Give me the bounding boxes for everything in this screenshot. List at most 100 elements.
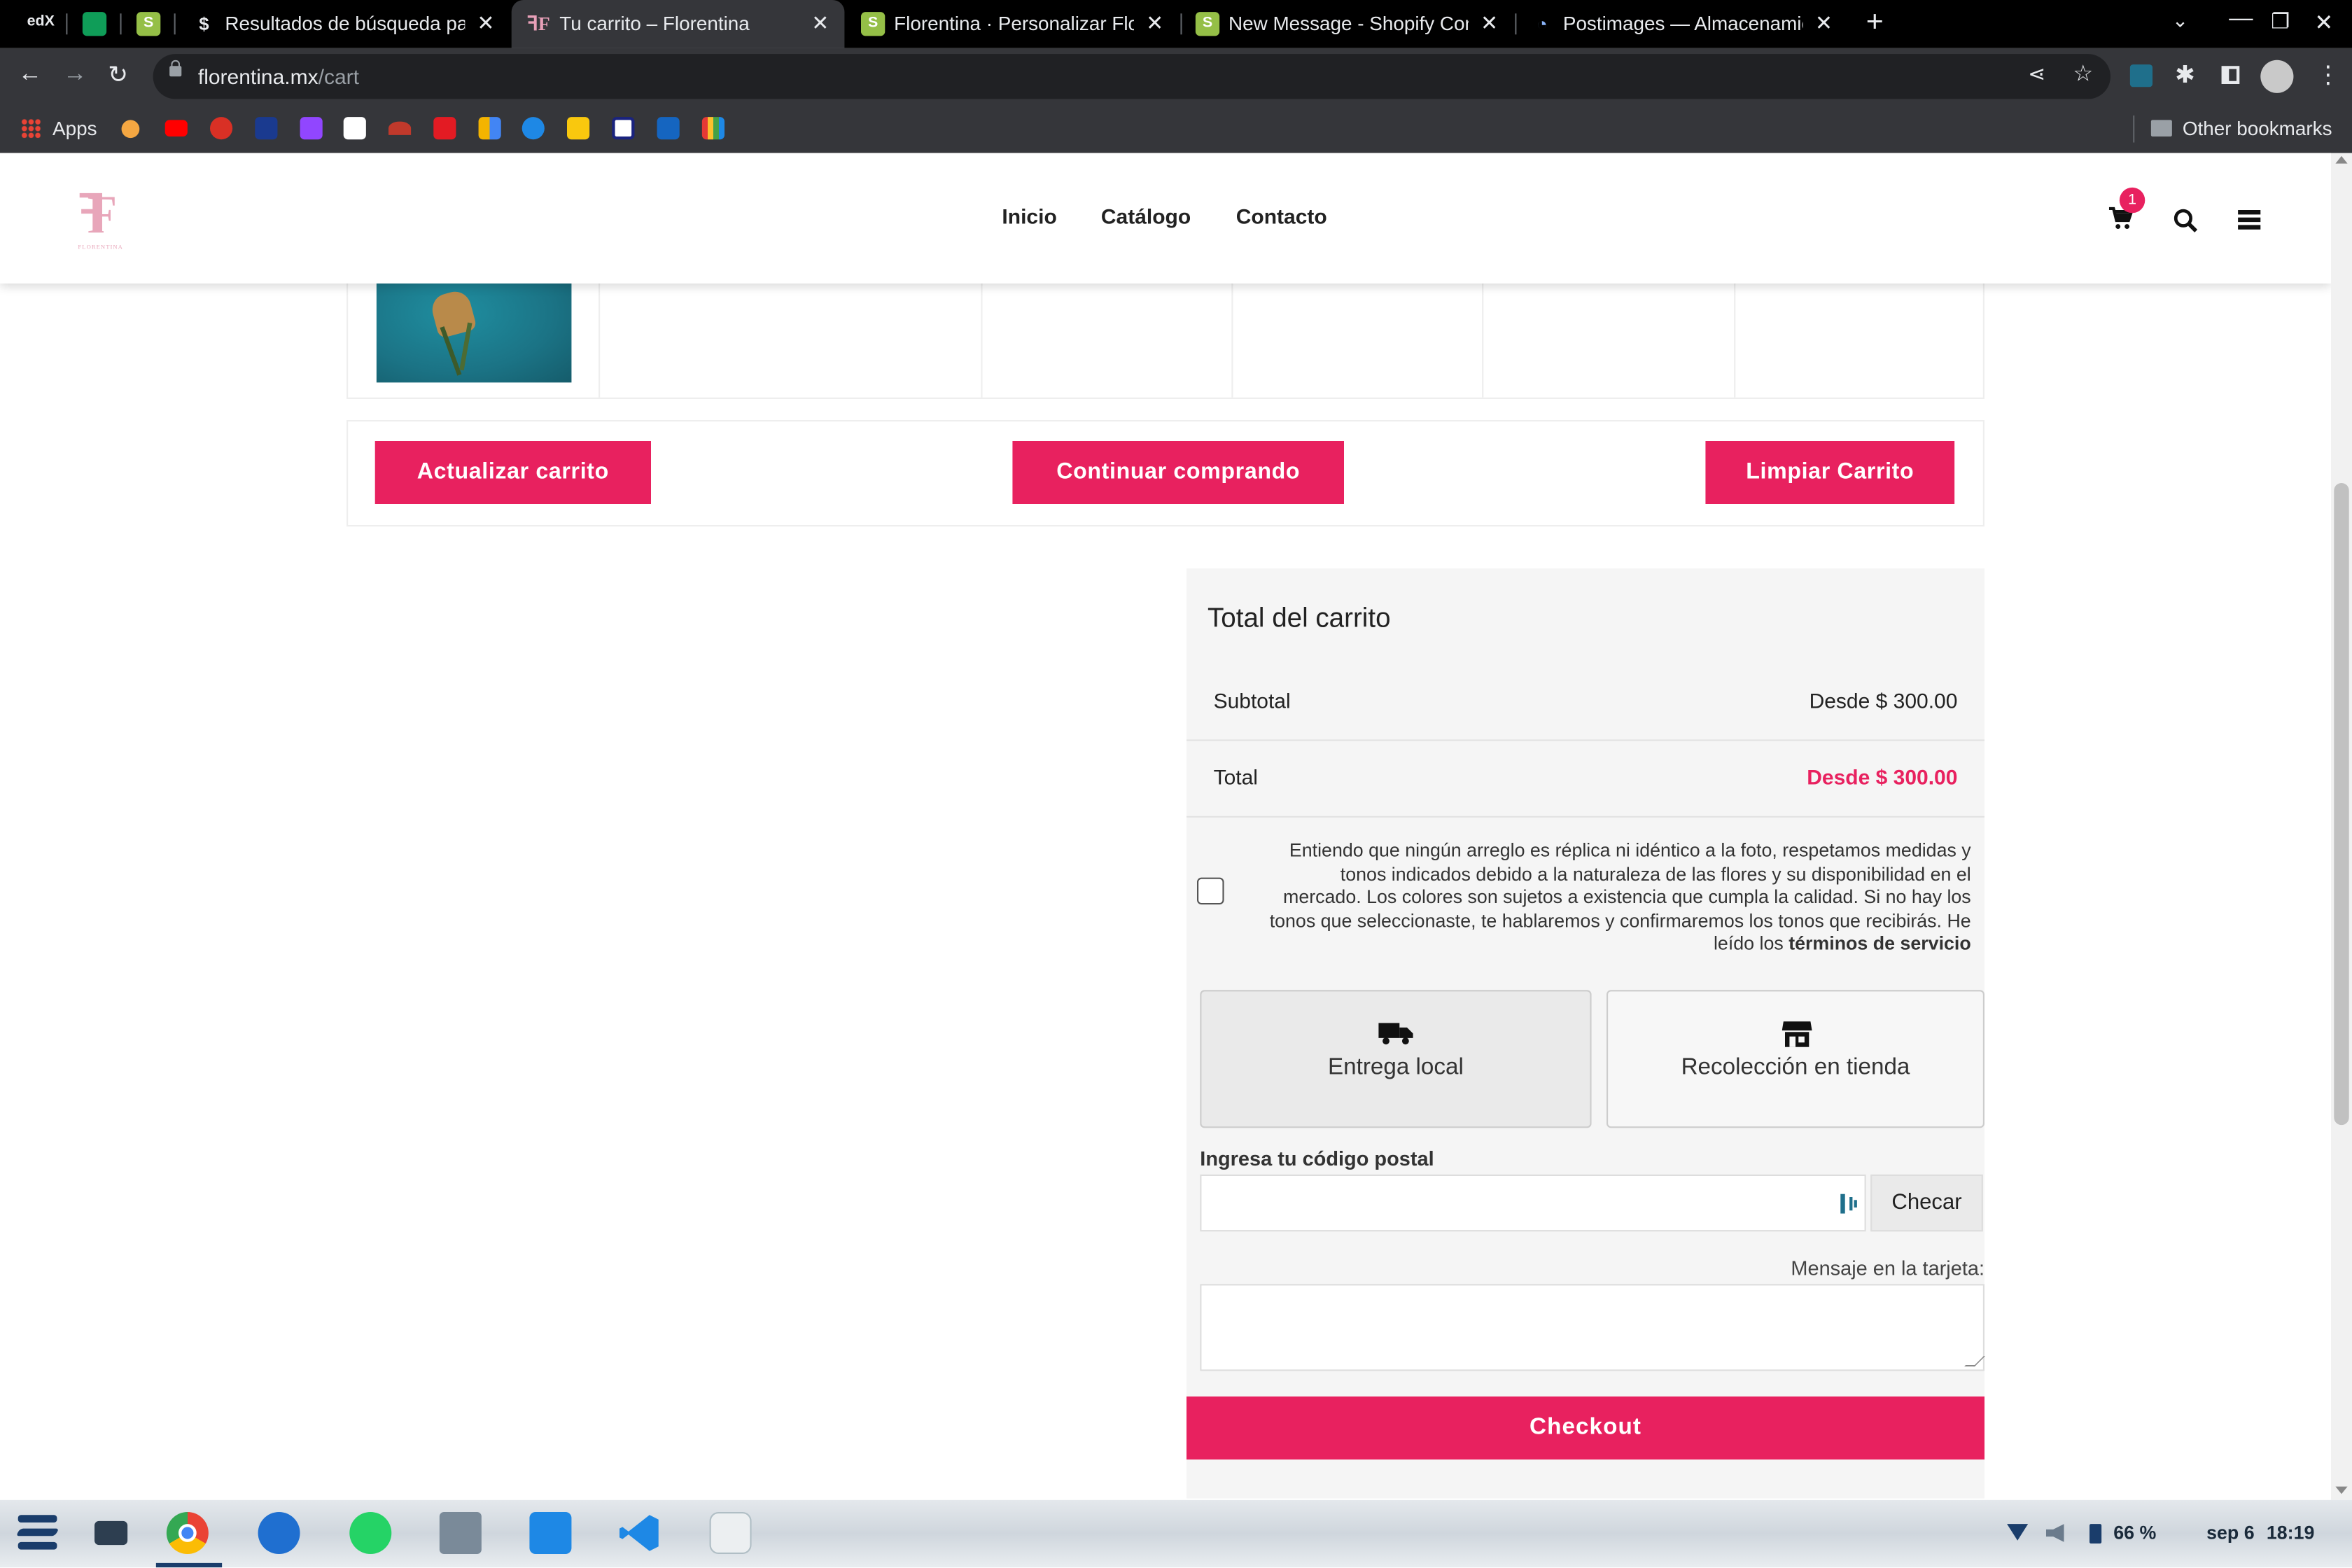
continue-shopping-button[interactable]: Continuar comprando: [1012, 441, 1344, 504]
bookmark-13-icon[interactable]: [657, 117, 680, 140]
subtotal-row: Subtotal Desde $ 300.00: [1186, 673, 1984, 741]
tab-customize[interactable]: S Florentina · Personalizar Flos ✕: [846, 0, 1180, 48]
files-icon[interactable]: [439, 1512, 482, 1554]
total-value: Desde $ 300.00: [1807, 764, 1958, 790]
terms-disclaimer: Entiendo que ningún arreglo es réplica n…: [1221, 840, 1971, 957]
checkout-button[interactable]: Checkout: [1186, 1396, 1984, 1460]
extension-icon[interactable]: [2129, 64, 2152, 88]
other-bookmarks[interactable]: Other bookmarks: [2183, 117, 2332, 139]
reload-icon[interactable]: ↻: [108, 60, 128, 90]
close-icon[interactable]: ✕: [1480, 10, 1498, 36]
tab-pinned-edx[interactable]: edX: [18, 0, 63, 48]
puzzle-extensions-icon[interactable]: ✱: [2175, 60, 2195, 90]
store-icon: [1782, 1018, 1812, 1049]
close-icon[interactable]: ✕: [1815, 10, 1833, 36]
forward-icon[interactable]: →: [63, 62, 87, 89]
volume-icon[interactable]: [2045, 1524, 2064, 1542]
disclaimer-line: tonos que seleccionaste, te hablaremos y…: [1269, 910, 1971, 932]
youtube-icon[interactable]: [164, 120, 188, 136]
chrome-icon[interactable]: [166, 1512, 209, 1554]
bookmark-8-icon[interactable]: [433, 117, 456, 140]
subtotal-value: Desde $ 300.00: [1809, 688, 1958, 713]
zorin-menu-icon[interactable]: [15, 1515, 59, 1550]
tab-pinned-sheets[interactable]: [72, 0, 117, 48]
close-icon[interactable]: ✕: [477, 10, 494, 36]
address-bar[interactable]: florentina.mx/cart ⋖ ☆: [153, 54, 2110, 99]
bookmark-10-icon[interactable]: [522, 117, 545, 140]
postal-code-input[interactable]: [1200, 1174, 1866, 1232]
delivery-option-local[interactable]: Entrega local: [1200, 990, 1592, 1128]
postal-code-label: Ingresa tu código postal: [1200, 1147, 1434, 1170]
share-icon[interactable]: ⋖: [2028, 62, 2045, 87]
close-icon[interactable]: ✕: [1146, 10, 1163, 36]
apps-bookmark[interactable]: Apps: [52, 117, 97, 139]
total-row: Total Desde $ 300.00: [1186, 741, 1984, 818]
wifi-icon[interactable]: [2007, 1524, 2029, 1541]
minimize-icon[interactable]: —: [2229, 6, 2253, 34]
search-icon[interactable]: [2174, 209, 2198, 232]
autofill-extension-icon[interactable]: [1840, 1194, 1857, 1214]
thunderbird-icon[interactable]: [258, 1512, 300, 1554]
close-window-icon[interactable]: ✕: [2314, 9, 2333, 36]
check-postal-button[interactable]: Checar: [1870, 1174, 1983, 1232]
bookmark-7-icon[interactable]: [388, 121, 412, 135]
sheets-icon: [82, 12, 107, 36]
scroll-down-arrow-icon[interactable]: [2335, 1486, 2348, 1494]
bookmark-9-icon[interactable]: [478, 117, 501, 140]
more-menu-icon[interactable]: ⋮: [2316, 60, 2340, 90]
terms-checkbox[interactable]: [1197, 877, 1224, 905]
site-logo[interactable]: ꟻF FLORENTINA: [72, 183, 141, 255]
bookmark-1-icon[interactable]: [121, 120, 140, 139]
nav-inicio[interactable]: Inicio: [1002, 204, 1056, 227]
lock-shackle-icon: [171, 59, 181, 69]
amazon-icon[interactable]: [343, 117, 366, 140]
tab-search-results[interactable]: $ Resultados de búsqueda pa ✕: [177, 0, 510, 48]
vscode-icon[interactable]: [620, 1512, 662, 1554]
florentina-favicon-icon: ꟻF: [526, 12, 550, 35]
disclaimer-line: Entiendo que ningún arreglo es réplica n…: [1289, 840, 1971, 861]
star-icon[interactable]: ☆: [2073, 60, 2093, 87]
bookmarks-divider: [2133, 115, 2135, 143]
product-image[interactable]: [376, 284, 572, 383]
clear-cart-button[interactable]: Limpiar Carrito: [1705, 441, 1955, 504]
apps-grid-icon[interactable]: [21, 118, 41, 139]
twitch-icon[interactable]: [300, 117, 323, 140]
tab-title: Tu carrito – Florentina: [559, 12, 750, 35]
tab-new-message[interactable]: S New Message - Shopify Con ✕: [1180, 0, 1513, 48]
clock-date[interactable]: sep 6: [2206, 1522, 2255, 1544]
tab-cart[interactable]: ꟻF Tu carrito – Florentina ✕: [511, 0, 845, 48]
side-panel-icon[interactable]: [2221, 66, 2240, 84]
hamburger-menu-icon[interactable]: [2238, 210, 2261, 230]
software-store-icon[interactable]: [529, 1512, 572, 1554]
page-scrollbar[interactable]: [2331, 153, 2352, 1500]
tab-postimages[interactable]: ◔ Postimages — Almacenamie ✕: [1515, 0, 1848, 48]
card-message-textarea[interactable]: [1200, 1284, 1986, 1371]
nav-catalogo[interactable]: Catálogo: [1101, 204, 1191, 227]
bookmark-11-icon[interactable]: [567, 117, 590, 140]
scroll-up-arrow-icon[interactable]: [2335, 155, 2348, 164]
clock-time[interactable]: 18:19: [2267, 1522, 2315, 1544]
text-editor-icon[interactable]: [709, 1512, 752, 1554]
profile-avatar[interactable]: [2260, 59, 2294, 93]
new-tab-icon[interactable]: +: [1866, 6, 1884, 41]
bookmark-3-icon[interactable]: [210, 117, 233, 140]
delivery-option-pickup[interactable]: Recolección en tienda: [1606, 990, 1984, 1128]
url-text: florentina.mx/cart: [197, 64, 359, 89]
workspaces-icon[interactable]: [94, 1520, 128, 1546]
tab-search-chevron-icon[interactable]: ⌄: [2172, 9, 2188, 33]
whatsapp-icon[interactable]: [349, 1512, 392, 1554]
scrollbar-thumb[interactable]: [2334, 483, 2349, 1126]
update-cart-button[interactable]: Actualizar carrito: [374, 441, 651, 504]
back-icon[interactable]: ←: [18, 62, 42, 89]
bookmark-12-icon[interactable]: [612, 117, 635, 140]
shopify-icon: S: [1195, 12, 1220, 36]
close-icon[interactable]: ✕: [811, 10, 829, 36]
restore-icon[interactable]: ❐: [2271, 9, 2290, 34]
terms-of-service-link[interactable]: términos de servicio: [1788, 934, 1971, 955]
bookmark-14-icon[interactable]: [701, 117, 724, 140]
bookmark-4-icon[interactable]: [255, 117, 278, 140]
resize-handle-icon[interactable]: [1964, 1356, 1986, 1367]
tab-title: Resultados de búsqueda pa: [225, 12, 465, 35]
nav-contacto[interactable]: Contacto: [1236, 204, 1327, 227]
tab-pinned-shopify[interactable]: S: [126, 0, 171, 48]
